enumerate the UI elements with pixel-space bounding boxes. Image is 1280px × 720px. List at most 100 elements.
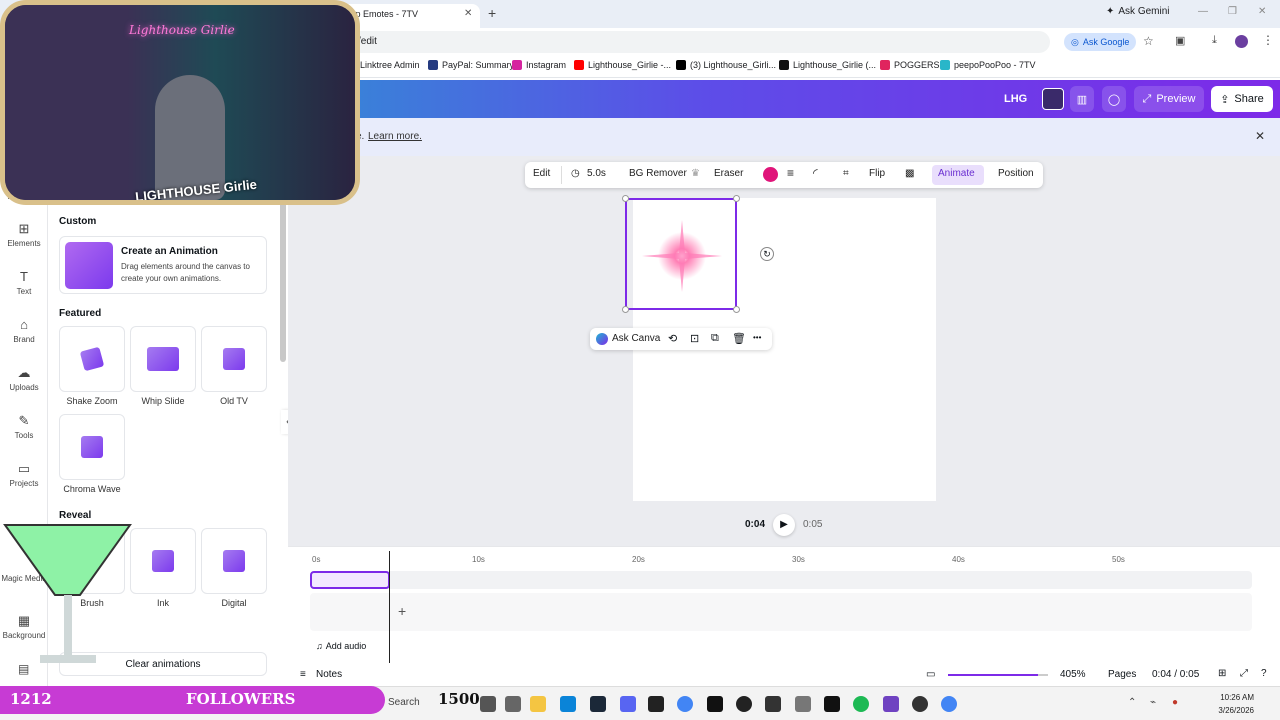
edit-button[interactable]: Edit — [533, 168, 550, 179]
sidebar-item-tools[interactable]: ✎ Tools — [0, 414, 48, 441]
share-button[interactable]: ⇪ Share — [1211, 86, 1273, 112]
ink-option[interactable] — [130, 528, 196, 594]
chroma-wave-option[interactable] — [59, 414, 125, 480]
resize-handle[interactable] — [622, 306, 629, 313]
resize-handle[interactable] — [733, 195, 740, 202]
color-swatch[interactable] — [763, 167, 778, 182]
rotate-handle-icon[interactable]: ↻ — [760, 247, 774, 261]
taskbar-search[interactable]: Search — [388, 697, 420, 708]
resize-handle[interactable] — [622, 195, 629, 202]
grid-view-icon[interactable]: ⊞ — [1218, 668, 1226, 679]
calculator-icon[interactable] — [795, 696, 811, 712]
play-button[interactable]: ▶ — [773, 514, 795, 536]
edge-icon[interactable] — [560, 696, 576, 712]
app-icon[interactable] — [707, 696, 723, 712]
duplicate-icon[interactable]: ⧉ — [711, 332, 719, 345]
shake-zoom-option[interactable] — [59, 326, 125, 392]
download-icon[interactable]: ⤓ — [1212, 34, 1217, 47]
minimize-icon[interactable]: — — [1198, 6, 1208, 17]
folder-icon[interactable] — [530, 696, 546, 712]
border-style-icon[interactable]: ≡ — [787, 166, 794, 180]
create-animation-card[interactable]: Create an Animation Drag elements around… — [59, 236, 267, 294]
transparency-icon[interactable]: ▩ — [905, 168, 914, 179]
bookmark-youtube[interactable]: Lighthouse_Girlie -... — [574, 60, 671, 70]
sidebar-item-text[interactable]: T Text — [0, 270, 48, 297]
clock-time[interactable]: 10:26 AM — [1214, 693, 1254, 702]
fullscreen-icon[interactable]: ⤢ — [1240, 668, 1248, 679]
comment-add-icon[interactable]: ⟲ — [668, 332, 677, 345]
digital-option[interactable] — [201, 528, 267, 594]
user-avatar[interactable] — [1042, 88, 1064, 110]
animate-button[interactable]: Animate — [932, 165, 984, 185]
bookmark-tiktok[interactable]: Lighthouse_Girlie (... — [779, 60, 876, 70]
trash-icon[interactable]: 🗑 — [732, 332, 746, 345]
tray-chevron-icon[interactable]: ⌃ — [1128, 697, 1136, 708]
clock-date[interactable]: 3/26/2026 — [1198, 706, 1254, 715]
close-tab-icon[interactable]: ✕ — [464, 8, 472, 19]
eraser-button[interactable]: Eraser — [714, 168, 743, 179]
duration-button[interactable]: 5.0s — [587, 168, 606, 179]
comments-button[interactable]: ◯ — [1102, 86, 1126, 112]
new-tab-button[interactable]: + — [488, 5, 496, 21]
side-panel-icon[interactable]: ▣ — [1175, 34, 1185, 47]
close-banner-icon[interactable]: ✕ — [1255, 129, 1265, 143]
flip-button[interactable]: Flip — [869, 168, 885, 179]
team-initials[interactable]: LHG — [1004, 93, 1027, 105]
mic-icon[interactable]: ● — [1172, 697, 1178, 708]
more-options-button[interactable]: ••• — [753, 333, 761, 342]
sidebar-item-elements[interactable]: ⊞ Elements — [0, 222, 48, 249]
ask-canva-button[interactable]: Ask Canva — [612, 333, 660, 344]
obs-icon[interactable] — [912, 696, 928, 712]
steam-icon[interactable] — [590, 696, 606, 712]
help-icon[interactable]: ? — [1261, 668, 1267, 679]
ask-google-button[interactable]: ◎ Ask Google — [1064, 33, 1137, 51]
app-icon[interactable] — [765, 696, 781, 712]
profile-avatar[interactable] — [1235, 35, 1248, 48]
panel-scrollbar[interactable] — [280, 202, 286, 362]
add-page-button[interactable]: + — [398, 603, 406, 619]
whip-slide-option[interactable] — [130, 326, 196, 392]
task-view-icon[interactable] — [480, 696, 496, 712]
capcut-icon[interactable] — [824, 696, 840, 712]
network-icon[interactable]: ⌁ — [1150, 697, 1156, 708]
sidebar-item-uploads[interactable]: ☁ Uploads — [0, 366, 48, 393]
bookmark-x[interactable]: (3) Lighthouse_Girli... — [676, 60, 776, 70]
app-icon[interactable] — [883, 696, 899, 712]
sidebar-item-brand[interactable]: ⌂ Brand — [0, 318, 48, 345]
bg-remover-button[interactable]: BG Remover — [629, 168, 687, 179]
insights-button[interactable]: ▥ — [1070, 86, 1094, 112]
bookmark-paypal[interactable]: PayPal: Summary — [428, 60, 514, 70]
notes-button[interactable]: Notes — [316, 669, 342, 680]
zoom-level[interactable]: 405% — [1060, 669, 1086, 680]
spotify-icon[interactable] — [853, 696, 869, 712]
resize-handle[interactable] — [733, 306, 740, 313]
bookmark-peepo[interactable]: peepoPooPoo - 7TV — [940, 60, 1036, 70]
bookmark-poggers[interactable]: POGGERS — [880, 60, 940, 70]
crop-icon[interactable]: ⌗ — [843, 168, 849, 179]
browser-tab[interactable]: Top Emotes - 7TV ✕ — [340, 4, 480, 28]
ask-gemini-button[interactable]: ✦ Ask Gemini — [1106, 6, 1170, 17]
selected-element[interactable] — [622, 195, 740, 313]
chrome-icon[interactable] — [677, 696, 693, 712]
learn-more-link[interactable]: Learn more. — [368, 131, 422, 142]
fit-screen-icon[interactable]: ▭ — [926, 669, 935, 680]
lock-icon[interactable]: ⊡ — [690, 332, 699, 345]
epic-icon[interactable] — [648, 696, 664, 712]
discord-icon[interactable] — [620, 696, 636, 712]
bookmark-linktree[interactable]: Linktree Admin — [360, 60, 420, 70]
position-button[interactable]: Position — [998, 168, 1034, 179]
pages-button[interactable]: Pages — [1108, 669, 1136, 680]
bookmark-instagram[interactable]: Instagram — [512, 60, 566, 70]
window-close-icon[interactable]: ✕ — [1258, 6, 1266, 17]
address-bar[interactable]: /edit — [350, 31, 1050, 53]
preview-button[interactable]: ⤢ Preview — [1134, 86, 1204, 112]
maximize-icon[interactable]: ❐ — [1228, 6, 1237, 17]
corner-rounding-icon[interactable]: ◜ — [813, 166, 818, 180]
browser-menu-icon[interactable]: ⋮ — [1262, 33, 1274, 47]
explorer-icon[interactable] — [505, 696, 521, 712]
chrome-icon[interactable] — [941, 696, 957, 712]
sidebar-item-projects[interactable]: ▭ Projects — [0, 462, 48, 489]
playhead[interactable] — [389, 551, 390, 663]
old-tv-option[interactable] — [201, 326, 267, 392]
zoom-slider[interactable] — [948, 674, 1048, 676]
